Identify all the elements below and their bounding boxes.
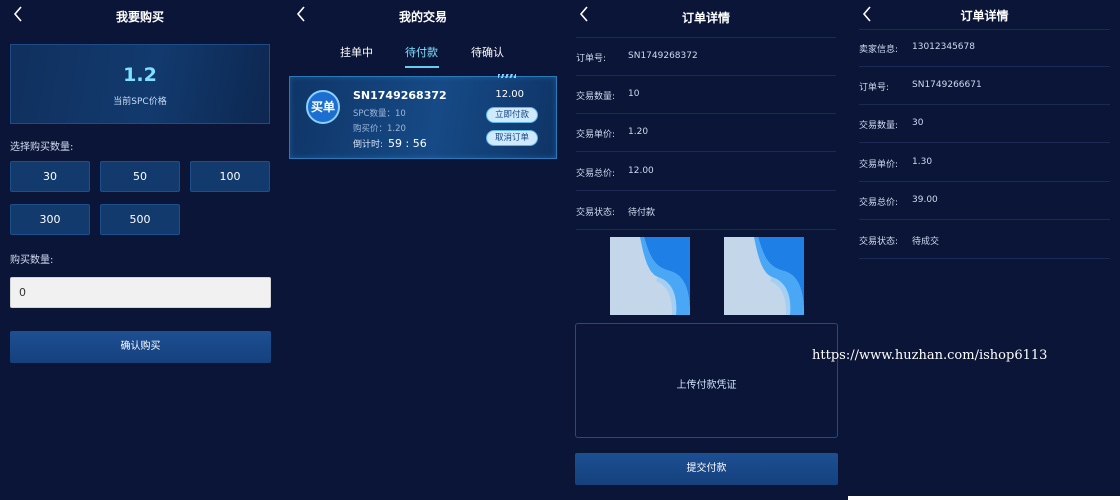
total-price-value: 12.00 — [628, 166, 654, 176]
total-price-value: 39.00 — [912, 195, 938, 205]
watermark-text: https://www.huzhan.com/ishop6113 — [812, 348, 1048, 363]
pay-now-button[interactable]: 立即付款 — [486, 107, 538, 123]
page-title: 我要购买 — [115, 10, 164, 24]
spc-price-value: 1.2 — [123, 64, 157, 86]
page-title: 订单详情 — [681, 11, 730, 25]
order-detail-payment-screen: 订单详情 订单号: SN1749268372 交易数量: 10 交易单价: 1.… — [566, 0, 846, 500]
countdown-value: 59 : 56 — [388, 137, 427, 150]
trades-screen: 我的交易 挂单中 待付款 待确认 买单 SN1749268372 SPC数量：1… — [283, 0, 563, 500]
trade-status-value: 待成交 — [912, 237, 940, 247]
countdown-label: 倒计时: — [353, 140, 384, 150]
active-tab-indicator — [405, 66, 439, 68]
detail-row: 交易状态: 待成交 — [859, 221, 1110, 259]
unit-price-value: 1.20 — [628, 127, 649, 137]
cancel-order-button[interactable]: 取消订单 — [486, 130, 538, 146]
detail-row: 卖家信息: 13012345678 — [859, 29, 1110, 67]
spc-price-label: 当前SPC价格 — [113, 97, 167, 107]
tab-awaiting-confirm[interactable]: 待确认 — [471, 44, 504, 60]
confirm-buy-button[interactable]: 确认购买 — [10, 331, 271, 363]
order-number-label: 订单号: — [859, 83, 890, 93]
buy-amount-input[interactable]: 0 — [10, 277, 271, 308]
countdown: 倒计时: 59 : 56 — [353, 137, 427, 150]
submit-payment-button[interactable]: 提交付款 — [575, 453, 838, 485]
order-number: SN1749268372 — [353, 89, 447, 102]
payment-image[interactable] — [724, 237, 804, 315]
trade-quantity-label: 交易数量: — [859, 121, 899, 131]
trade-quantity-label: 交易数量: — [576, 92, 616, 102]
upload-proof-area[interactable]: 上传付款凭证 — [575, 323, 838, 438]
payment-image[interactable] — [610, 237, 690, 315]
buy-order-badge: 买单 — [306, 90, 340, 124]
unit-price-label: 交易单价: — [859, 160, 899, 170]
quantity-option-50[interactable]: 50 — [100, 161, 180, 192]
unit-price-value: 1.30 — [912, 157, 933, 167]
price-card: 1.2 当前SPC价格 — [10, 44, 270, 124]
detail-row: 订单号: SN1749266671 — [859, 67, 1110, 105]
tab-pending-orders[interactable]: 挂单中 — [340, 44, 373, 60]
detail-row: 交易总价: 39.00 — [859, 182, 1110, 220]
tab-awaiting-payment[interactable]: 待付款 — [405, 44, 438, 60]
seller-info-value: 13012345678 — [912, 42, 975, 52]
total-price-label: 交易总价: — [859, 198, 899, 208]
seller-info-label: 卖家信息: — [859, 45, 899, 55]
trade-status-value: 待付款 — [628, 208, 656, 218]
select-quantity-label: 选择购买数量: — [10, 142, 74, 153]
order-number-value: SN1749266671 — [912, 80, 982, 90]
quantity-option-100[interactable]: 100 — [190, 161, 270, 192]
spc-quantity: SPC数量：10 — [353, 109, 406, 119]
order-amount: 12.00 — [495, 89, 524, 100]
trade-status-label: 交易状态: — [859, 237, 899, 247]
detail-row: 订单号: SN1749268372 — [576, 38, 836, 76]
trade-status-label: 交易状态: — [576, 208, 616, 218]
quantity-option-500[interactable]: 500 — [100, 204, 180, 235]
card-decoration — [498, 74, 516, 78]
order-number-label: 订单号: — [576, 54, 607, 64]
order-card[interactable]: 买单 SN1749268372 SPC数量：10 购买价：1.20 倒计时: 59… — [289, 74, 557, 159]
order-detail-seller-screen: 订单详情 卖家信息: 13012345678 订单号: SN1749266671… — [849, 0, 1120, 500]
detail-row: 交易总价: 12.00 — [576, 153, 836, 191]
unit-price-label: 交易单价: — [576, 130, 616, 140]
detail-row: 交易数量: 30 — [859, 105, 1110, 143]
trade-quantity-value: 30 — [912, 118, 924, 128]
detail-row: 交易状态: 待付款 — [576, 192, 836, 230]
page-title: 订单详情 — [960, 9, 1009, 23]
total-price-label: 交易总价: — [576, 169, 616, 179]
buy-screen: 我要购买 1.2 当前SPC价格 选择购买数量: 30 50 100 300 5… — [0, 0, 280, 500]
quantity-option-300[interactable]: 300 — [10, 204, 90, 235]
page-title: 我的交易 — [398, 10, 447, 24]
detail-row: 交易数量: 10 — [576, 76, 836, 114]
order-number-value: SN1749268372 — [628, 51, 698, 61]
quantity-option-30[interactable]: 30 — [10, 161, 90, 192]
trade-quantity-value: 10 — [628, 89, 640, 99]
buy-amount-label: 购买数量: — [10, 255, 54, 266]
upload-proof-label: 上传付款凭证 — [676, 380, 737, 391]
buy-price: 购买价：1.20 — [353, 124, 406, 134]
image-edge — [848, 496, 1120, 500]
detail-row: 交易单价: 1.20 — [576, 114, 836, 152]
detail-row: 交易单价: 1.30 — [859, 144, 1110, 182]
